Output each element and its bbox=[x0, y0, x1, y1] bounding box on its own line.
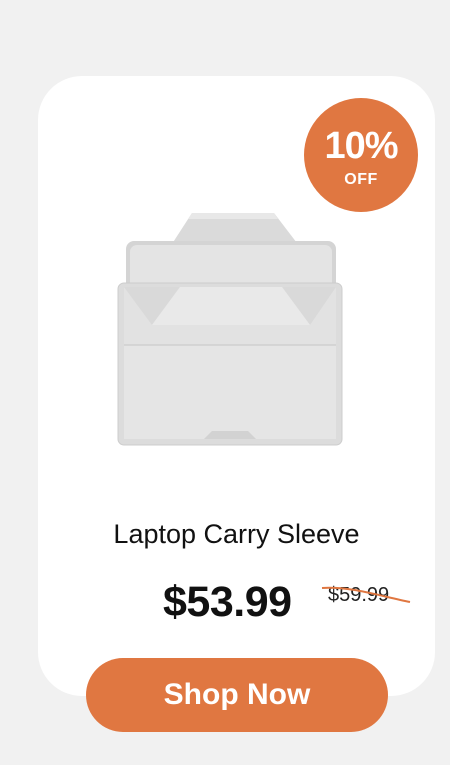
discount-badge: 10% OFF bbox=[304, 98, 418, 212]
product-screen: 10% OFF Laptop Carry Sleeve $53.99 $59.9… bbox=[0, 0, 450, 765]
laptop-sleeve-image[interactable] bbox=[112, 205, 347, 455]
current-price: $53.99 bbox=[163, 578, 292, 626]
original-price: $59.99 bbox=[328, 584, 390, 606]
product-title: Laptop Carry Sleeve bbox=[113, 519, 360, 549]
discount-percent: 10% bbox=[324, 125, 398, 167]
shop-now-button[interactable]: Shop Now bbox=[86, 658, 388, 732]
discount-label: OFF bbox=[344, 171, 378, 188]
